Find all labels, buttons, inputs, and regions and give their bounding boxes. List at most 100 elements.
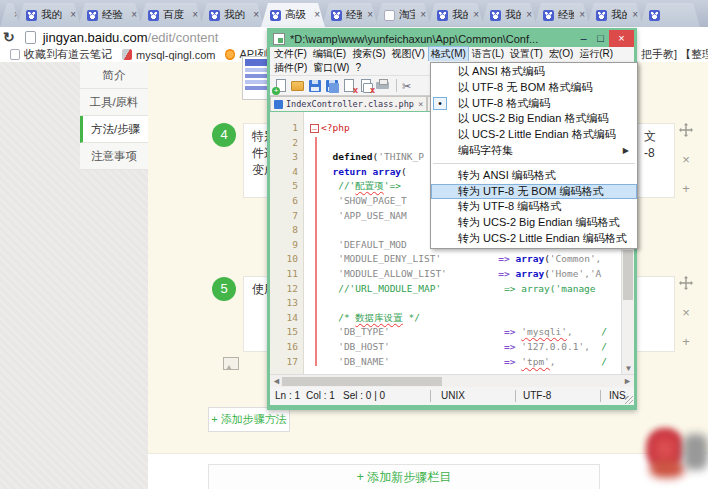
address-bar[interactable]: jingyan.baidu.com/edit/content (43, 30, 219, 45)
browser-tab-我的[interactable]: 我的× (17, 3, 81, 27)
tab-close-icon[interactable]: × (65, 10, 76, 20)
browser-tab-我的[interactable]: 我的× (428, 3, 484, 27)
browser-tab-淘宝[interactable]: 淘宝× (375, 3, 431, 27)
tab-label: 我的 (224, 8, 245, 22)
reload-icon[interactable]: ↻ (3, 30, 15, 44)
delete-step-icon[interactable]: × (677, 152, 695, 168)
sidebar-item-工具/原料[interactable]: 工具/原料 (80, 89, 148, 116)
menu-搜索(S)[interactable]: 搜索(S) (350, 47, 387, 61)
paw-favicon (490, 10, 501, 21)
tab-close-icon[interactable]: × (574, 10, 585, 20)
menu-item-转为 ANSI 编码格式[interactable]: 转为 ANSI 编码格式 (431, 168, 637, 184)
menu-视图(V)[interactable]: 视图(V) (389, 47, 426, 61)
close-doc-icon[interactable]: x (342, 79, 357, 93)
menu-宏(O)[interactable]: 宏(O) (547, 47, 575, 61)
menu-编辑(E)[interactable]: 编辑(E) (311, 47, 348, 61)
menu-格式(M)[interactable]: 格式(M) (429, 47, 468, 61)
move-step-icon[interactable] (677, 276, 695, 292)
code-line-12: 12 //'URL_MODULE_MAP' => array('manage (270, 282, 634, 297)
sidebar-item-简介[interactable]: 简介 (80, 62, 148, 89)
code-line-11: 11 'MODULE_ALLOW_LIST' => array('Home','… (270, 267, 634, 282)
browser-tab-经验[interactable]: 经验× (78, 3, 142, 27)
new-file-icon[interactable]: + (274, 79, 289, 93)
window-title-bar[interactable]: *D:\wamp\www\yunfeichaxun\App\Common\Con… (270, 30, 634, 47)
paw-favicon (26, 10, 37, 21)
tab-label: 我的 (452, 8, 468, 22)
save-all-icon[interactable] (325, 79, 340, 93)
menu-item-转为 UTF-8 编码格式[interactable]: 转为 UTF-8 编码格式 (431, 199, 637, 215)
status-encoding: UTF-8 (523, 387, 551, 405)
code-line-15: 15 'DB_TYPE' => 'mysqli', / (270, 325, 634, 340)
menu-item-转为 UCS-2 Little Endian 编码格式[interactable]: 转为 UCS-2 Little Endian 编码格式 (431, 231, 637, 247)
step-number-4: 4 (212, 123, 236, 147)
menu-item-以 ANSI 格式编码[interactable]: 以 ANSI 格式编码 (431, 64, 637, 80)
browser-tab-我的[interactable]: 我的× (200, 3, 264, 27)
paw-favicon (437, 10, 448, 21)
tab-close-icon[interactable]: × (187, 10, 198, 20)
bookmark-收藏到有道云笔记[interactable]: 收藏到有道云笔记 (10, 47, 112, 62)
code-line-16: 16 'DB_HOST' => '127.0.0.1', / (270, 340, 634, 355)
tab-close-icon[interactable]: × (248, 10, 259, 20)
menu-item-编码字符集[interactable]: 编码字符集▶ (431, 143, 637, 159)
page-icon (25, 31, 36, 44)
add-step-button[interactable]: + 添加步骤方法 (208, 407, 290, 432)
minimize-button[interactable]: – (575, 30, 592, 47)
print-icon[interactable] (376, 79, 391, 93)
menu-?[interactable]: ? (353, 61, 363, 75)
open-folder-icon[interactable] (291, 79, 306, 93)
browser-tab-高级[interactable]: 高级× (261, 3, 325, 27)
tab-close-icon[interactable]: × (126, 10, 137, 20)
menu-语言(L)[interactable]: 语言(L) (470, 47, 506, 61)
app-icon (273, 33, 285, 45)
tab-close-icon[interactable]: × (362, 10, 373, 20)
bookmark-mysql-qingl.com[interactable]: mysql-qingl.com (122, 49, 215, 61)
tab-close-icon[interactable]: × (309, 10, 320, 20)
close-button[interactable]: × (609, 30, 634, 47)
resize-grip[interactable] (625, 396, 633, 404)
menu-item-以 UCS-2 Little Endian 格式编码[interactable]: 以 UCS-2 Little Endian 格式编码 (431, 127, 637, 143)
menu-运行(R)[interactable]: 运行(R) (577, 47, 615, 61)
close-all-icon[interactable]: x (359, 79, 374, 93)
delete-step-icon[interactable]: × (677, 305, 695, 321)
menu-item-转为 UCS-2 Big Endian 编码格式[interactable]: 转为 UCS-2 Big Endian 编码格式 (431, 215, 637, 231)
menu-item-以 UTF-8 格式编码[interactable]: 以 UTF-8 格式编码• (431, 96, 637, 112)
bookmark-right-fragment[interactable]: 把手教] 【整理— (641, 47, 708, 62)
format-encoding-menu: 以 ANSI 格式编码以 UTF-8 无 BOM 格式编码以 UTF-8 格式编… (430, 62, 638, 249)
menu-设置(T)[interactable]: 设置(T) (508, 47, 545, 61)
browser-tab-经验[interactable]: 经验× (534, 3, 590, 27)
sidebar-item-注意事项[interactable]: 注意事项 (80, 143, 148, 170)
tab-close-icon[interactable]: × (521, 10, 532, 20)
add-step-icon[interactable]: + (677, 181, 695, 197)
insert-image-icon[interactable] (223, 357, 239, 370)
tab-close-icon[interactable]: × (468, 10, 479, 20)
browser-tab-经验[interactable]: 经验× (322, 3, 378, 27)
browser-tab-我的[interactable]: 我的× (481, 3, 537, 27)
cut-icon[interactable]: ✂ (402, 79, 417, 93)
sidebar-nav: 简介工具/原料方法/步骤注意事项 (80, 62, 148, 170)
menu-item-以 UCS-2 Big Endian 格式编码[interactable]: 以 UCS-2 Big Endian 格式编码 (431, 111, 637, 127)
menu-文件(F)[interactable]: 文件(F) (272, 47, 309, 61)
menu-item-转为 UTF-8 无 BOM 编码格式[interactable]: 转为 UTF-8 无 BOM 编码格式 (431, 184, 637, 200)
tab-label: 经验 (558, 8, 574, 22)
tab-close-icon[interactable]: × (627, 10, 638, 20)
browser-tab-12[interactable] (640, 3, 700, 27)
browser-tab-百度[interactable]: 百度× (139, 3, 203, 27)
add-section-button[interactable]: + 添加新步骤栏目 (208, 464, 600, 489)
move-step-icon[interactable] (677, 123, 695, 139)
horizontal-scrollbar[interactable]: ◄ ► (270, 374, 634, 387)
menu-窗口(W)[interactable]: 窗口(W) (311, 61, 351, 75)
menu-item-以 UTF-8 无 BOM 格式编码[interactable]: 以 UTF-8 无 BOM 格式编码 (431, 80, 637, 96)
sidebar-item-方法/步骤[interactable]: 方法/步骤 (80, 116, 148, 143)
tab-close-icon[interactable]: × (9, 10, 20, 20)
maximize-button[interactable]: □ (592, 30, 609, 47)
browser-tab-0[interactable]: × (0, 3, 20, 27)
doc-tab-label: IndexController.class.php (286, 99, 414, 109)
doc-tab-close-icon[interactable]: × (418, 99, 423, 109)
browser-tab-我的[interactable]: 我的× (587, 3, 643, 27)
step-number-5: 5 (212, 277, 236, 301)
doc-tab-active[interactable]: IndexController.class.php × (270, 96, 427, 111)
menu-插件(P)[interactable]: 插件(P) (272, 61, 309, 75)
add-step-icon[interactable]: + (677, 334, 695, 350)
tab-close-icon[interactable]: × (415, 10, 426, 20)
save-icon[interactable] (308, 79, 323, 93)
